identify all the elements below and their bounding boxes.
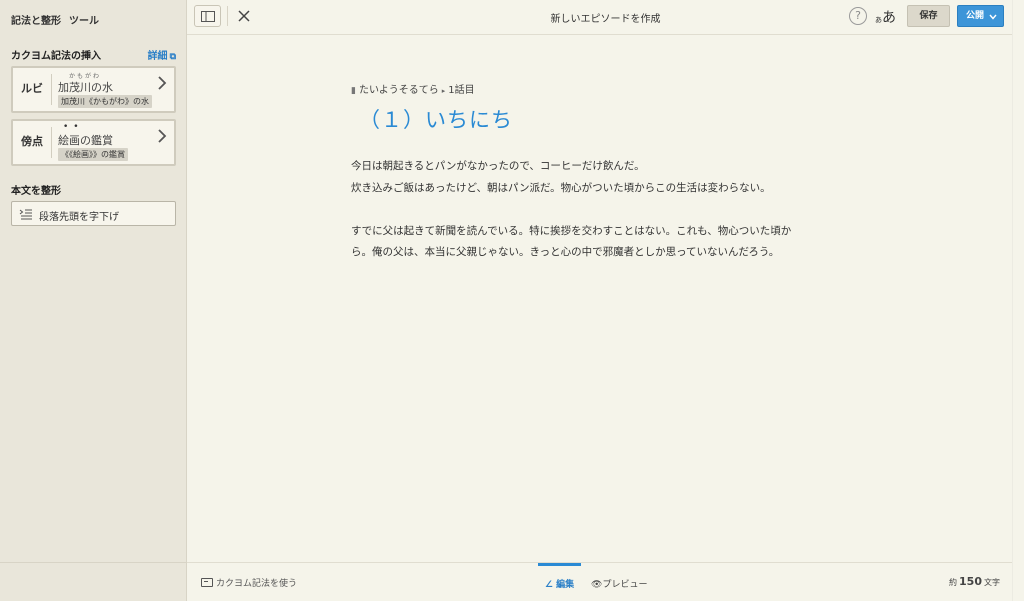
notation-icon	[201, 578, 213, 587]
font-size-small-glyph: あ	[875, 16, 882, 24]
book-icon: ▮	[351, 86, 356, 96]
ruby-syntax: 加茂川《かもがわ》の水	[58, 95, 152, 108]
body-text-editor[interactable]: 今日は朝起きるとパンがなかったので、コーヒーだけ飲んだ。 炊き込みご飯はあったけ…	[351, 156, 841, 264]
breadcrumb-arrow-icon: ▸	[441, 87, 446, 95]
font-size-button[interactable]: ああ	[875, 7, 896, 27]
sidebar-title-label: 記法と整形	[11, 16, 61, 27]
ruby-label: ルビ	[21, 82, 43, 95]
kakuyomu-notation-help-link[interactable]: カクヨム記法を使う	[201, 576, 297, 589]
tab-edit[interactable]: ∠ 編集	[538, 563, 581, 601]
insert-section-heading: カクヨム記法の挿入	[11, 51, 101, 62]
episode-label: 1話目	[448, 85, 475, 96]
work-title: たいようそるてら	[358, 85, 439, 96]
top-bar: 新しいエピソードを作成 ? ああ 保存 公開	[187, 0, 1024, 35]
emphasis-label: 傍点	[21, 135, 43, 148]
font-size-large-glyph: あ	[882, 10, 896, 26]
scrollbar[interactable]	[1012, 0, 1024, 601]
detail-link[interactable]: 詳細 ⧉	[148, 47, 176, 62]
emphasis-syntax: 《《絵画》》の鑑賞	[58, 148, 128, 161]
character-count: 約 150 文字	[949, 575, 1000, 588]
tab-preview-label: プレビュー	[602, 580, 648, 590]
count-prefix: 約	[949, 578, 958, 587]
help-link-label: カクヨム記法を使う	[216, 579, 298, 589]
sidebar-title-suffix: ツール	[69, 16, 99, 27]
body-line: ら。俺の父は、本当に父親じゃない。きっと心の中で邪魔者としか思っていないんだろう…	[351, 246, 780, 258]
eye-icon: 👁	[591, 580, 603, 590]
sidebar: 記法と整形 ツール カクヨム記法の挿入 詳細 ⧉ ルビ かもがわ 加茂川の水 加茂川…	[0, 0, 187, 601]
tab-preview[interactable]: 👁プレビュー	[591, 577, 647, 590]
count-suffix: 文字	[984, 578, 1000, 587]
divider	[0, 562, 187, 563]
page-title: 新しいエピソードを作成	[550, 14, 661, 25]
breadcrumb: ▮ たいようそるてら ▸ 1話目	[351, 81, 475, 96]
publish-button[interactable]: 公開	[957, 5, 1004, 27]
body-line: 炊き込みご飯はあったけど、朝はパン派だ。物心がついた頃からこの生活は変わらない。	[351, 181, 771, 194]
indent-icon	[19, 209, 32, 220]
indent-paragraph-button[interactable]: 段落先頭を字下げ	[11, 201, 176, 226]
indent-button-label: 段落先頭を字下げ	[39, 212, 119, 223]
bottom-bar: カクヨム記法を使う ∠ 編集 👁プレビュー 約 150 文字	[187, 562, 1024, 601]
save-button[interactable]: 保存	[907, 5, 950, 27]
detail-link-label: 詳細	[147, 51, 168, 62]
chevron-down-icon	[989, 14, 997, 20]
external-link-icon: ⧉	[169, 52, 176, 62]
count-value: 150	[959, 575, 982, 588]
format-section-heading: 本文を整形	[11, 186, 61, 197]
emphasis-insert-button[interactable]: 傍点 •• 絵画の鑑賞 《《絵画》》の鑑賞	[11, 119, 176, 166]
card-divider	[51, 74, 52, 105]
sidebar-title: 記法と整形 ツール	[11, 12, 99, 27]
publish-label: 公開	[966, 11, 985, 21]
tab-edit-label: 編集	[556, 580, 575, 590]
episode-title-input[interactable]: （１）いちにち	[359, 104, 513, 134]
ruby-example: 加茂川の水	[58, 81, 113, 94]
body-line: 今日は朝起きるとパンがなかったので、コーヒーだけ飲んだ。	[351, 160, 645, 172]
chevron-right-icon	[158, 76, 167, 90]
card-divider	[51, 127, 52, 158]
chevron-right-icon	[158, 129, 167, 143]
emphasis-dots: ••	[63, 122, 84, 132]
body-line-blank	[351, 199, 841, 221]
ruby-insert-button[interactable]: ルビ かもがわ 加茂川の水 加茂川《かもがわ》の水	[11, 66, 176, 113]
edit-pencil-icon: ∠	[544, 580, 553, 590]
help-icon[interactable]: ?	[849, 7, 867, 25]
emphasis-example: 絵画の鑑賞	[58, 134, 113, 147]
body-line: すでに父は起きて新聞を読んでいる。特に挨拶を交わすことはない。これも、物心ついた…	[351, 224, 792, 237]
